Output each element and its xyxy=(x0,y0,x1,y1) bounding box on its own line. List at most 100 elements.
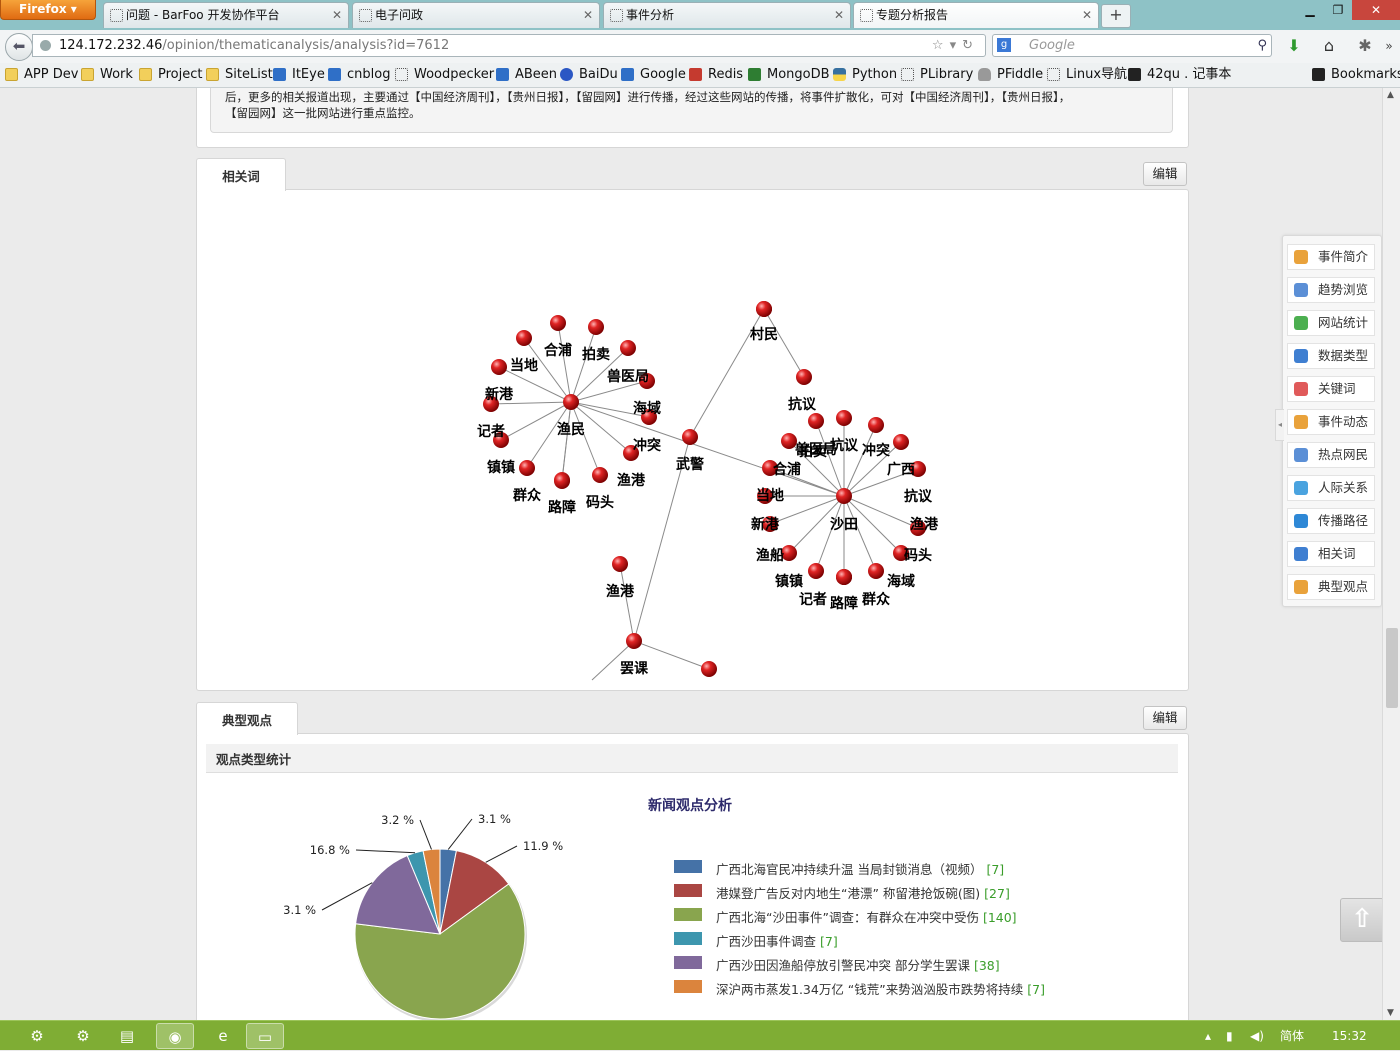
bookmark-plibrary[interactable]: PLibrary xyxy=(901,66,973,84)
bookmarks-menu[interactable]: Bookmarks xyxy=(1312,66,1400,84)
vertical-scrollbar[interactable]: ▲ ▼ xyxy=(1382,88,1400,1020)
page-icon xyxy=(610,9,623,22)
legend-label: 广西沙田事件调查 [7] xyxy=(716,934,838,949)
bookmark-baidu[interactable]: BaiDu xyxy=(560,66,618,84)
legend-count: [7] xyxy=(819,934,838,949)
firefox-taskbar-icon[interactable]: ◉ xyxy=(156,1023,194,1049)
page-icon xyxy=(110,9,123,22)
file-explorer-icon[interactable]: ▤ xyxy=(108,1023,146,1049)
close-icon[interactable]: ✕ xyxy=(834,3,844,27)
bookmark-mongodb[interactable]: MongoDB xyxy=(748,66,830,84)
side-nav-item[interactable]: 事件动态 xyxy=(1287,409,1375,435)
tab-event-analysis[interactable]: 事件分析 ✕ xyxy=(603,2,851,28)
search-input[interactable]: g Google ⚲ xyxy=(992,34,1272,57)
side-nav-label: 趋势浏览 xyxy=(1318,282,1369,297)
bookmark-sitelist[interactable]: SiteList xyxy=(206,66,273,84)
close-icon[interactable]: ✕ xyxy=(332,3,342,27)
network-tool-icon[interactable]: ⚙ xyxy=(18,1023,56,1049)
search-icon[interactable]: ⚲ xyxy=(1257,35,1267,56)
bookmark-42qu[interactable]: 42qu . 记事本 xyxy=(1128,66,1231,84)
window-close-icon[interactable]: ✕ xyxy=(1352,0,1400,20)
tab-e-politics[interactable]: 电子问政 ✕ xyxy=(352,2,600,28)
side-nav-label: 关键词 xyxy=(1318,381,1356,396)
back-to-top-button[interactable]: ⇧ xyxy=(1340,898,1382,942)
bookmark-python[interactable]: Python xyxy=(833,66,897,84)
legend-count: [7] xyxy=(1027,982,1045,997)
tab-report[interactable]: 专题分析报告 ✕ xyxy=(853,2,1099,28)
bookmark-woodpecker[interactable]: Woodpecker xyxy=(395,66,494,84)
remote-tool-icon[interactable]: ⚙ xyxy=(64,1023,102,1049)
side-nav-label: 传播路径 xyxy=(1318,513,1369,528)
clock[interactable]: 15:32 xyxy=(1332,1021,1367,1051)
reload-icon[interactable]: ↻ xyxy=(962,38,979,53)
legend-label: 广西北海官民冲持续升温 当局封锁消息（视频） [7] xyxy=(716,862,1005,877)
legend-swatch xyxy=(674,908,702,921)
page-content: 后，更多的相关报道出现，主要通过【中国经济周刊】，【贵州日报】，【留园网】进行传… xyxy=(0,88,1382,1020)
folder-icon xyxy=(139,68,152,81)
bookmark-google[interactable]: Google xyxy=(621,66,686,84)
side-nav-item[interactable]: 热点网民 xyxy=(1287,442,1375,468)
browser-tab-bar: Firefox ▾ 问题 - BarFoo 开发协作平台 ✕ 电子问政 ✕ 事件… xyxy=(0,0,1400,30)
bookmark-linux-nav[interactable]: Linux导航 xyxy=(1047,66,1127,84)
side-nav-label: 典型观点 xyxy=(1318,579,1369,594)
bookmark-abeen[interactable]: ABeen xyxy=(496,66,557,84)
google-icon[interactable]: g xyxy=(997,38,1011,52)
thumb-icon xyxy=(1294,580,1308,594)
collapse-handle-icon[interactable]: ◂ xyxy=(1275,409,1284,441)
tab-title: 电子问政 xyxy=(375,8,424,22)
download-icon[interactable]: ⬇ xyxy=(1283,35,1305,57)
side-nav-item[interactable]: 事件简介 xyxy=(1287,244,1375,270)
tab-title: 问题 - BarFoo 开发协作平台 xyxy=(126,8,280,22)
volume-icon[interactable]: ◀) xyxy=(1250,1021,1264,1051)
bookmark-redis[interactable]: Redis xyxy=(689,66,743,84)
bookmark-app-dev[interactable]: APP Dev xyxy=(5,66,78,84)
side-nav-item[interactable]: 传播路径 xyxy=(1287,508,1375,534)
overflow-icon[interactable]: » xyxy=(1378,35,1400,57)
minimize-icon[interactable]: ▁ xyxy=(1296,0,1324,20)
side-nav-item[interactable]: 关键词 xyxy=(1287,376,1375,402)
address-bar[interactable]: 124.172.232.46/opinion/thematicanalysis/… xyxy=(32,34,986,57)
scroll-up-icon[interactable]: ▲ xyxy=(1387,90,1394,100)
dropdown-icon[interactable]: ▾ xyxy=(950,38,963,53)
bar-chart-icon xyxy=(1294,316,1308,330)
close-icon[interactable]: ✕ xyxy=(1082,3,1092,27)
bookmark-project[interactable]: Project xyxy=(139,66,202,84)
chat-app-icon[interactable]: ▭ xyxy=(246,1023,284,1049)
side-nav-item[interactable]: 网站统计 xyxy=(1287,310,1375,336)
page-icon xyxy=(359,9,372,22)
cloud-icon xyxy=(978,68,991,81)
legend-label: 深沪两市蒸发1.34万亿 “钱荒”来势汹汹股市跌势将持续 [7] xyxy=(716,982,1045,997)
new-tab-button[interactable]: + xyxy=(1101,4,1131,28)
maximize-icon[interactable]: ❐ xyxy=(1324,0,1352,20)
bookmark-iteye[interactable]: ItEye xyxy=(273,66,325,84)
side-nav-item[interactable]: 典型观点 xyxy=(1287,574,1375,600)
side-nav-item[interactable]: 相关词 xyxy=(1287,541,1375,567)
pie-label-connector xyxy=(419,819,432,850)
scroll-down-icon[interactable]: ▼ xyxy=(1387,1008,1394,1018)
side-nav-item[interactable]: 人际关系 xyxy=(1287,475,1375,501)
home-icon[interactable]: ⌂ xyxy=(1318,35,1340,57)
bookmark-work[interactable]: Work xyxy=(81,66,133,84)
scrollbar-thumb[interactable] xyxy=(1386,628,1398,708)
legend-count: [38] xyxy=(973,958,1000,973)
side-nav-item[interactable]: 趋势浏览 xyxy=(1287,277,1375,303)
signal-icon[interactable]: ▮ xyxy=(1226,1021,1233,1051)
tab-barfoo[interactable]: 问题 - BarFoo 开发协作平台 ✕ xyxy=(103,2,349,28)
bookmark-cnblog[interactable]: cnblog xyxy=(328,66,390,84)
ie-icon[interactable]: e xyxy=(204,1023,242,1049)
back-arrow-icon[interactable]: ⬅ xyxy=(5,33,33,61)
legend-count: [140] xyxy=(982,910,1017,925)
pie-label-connector xyxy=(447,818,473,850)
star-icon[interactable]: ☆ xyxy=(932,38,950,53)
ime-indicator[interactable]: 简体 xyxy=(1280,1021,1304,1051)
side-nav-item[interactable]: 数据类型 xyxy=(1287,343,1375,369)
globe-icon xyxy=(40,40,51,51)
folder-icon xyxy=(81,68,94,81)
legend-label: 广西沙田因渔船停放引警民冲突 部分学生罢课 [38] xyxy=(716,958,1000,973)
trend-icon xyxy=(1294,283,1308,297)
tray-up-icon[interactable]: ▴ xyxy=(1205,1021,1211,1051)
firefox-menu-button[interactable]: Firefox ▾ xyxy=(0,0,96,20)
close-icon[interactable]: ✕ xyxy=(583,3,593,27)
addon-icon[interactable]: ✱ xyxy=(1354,35,1376,57)
bookmark-pfiddle[interactable]: PFiddle xyxy=(978,66,1043,84)
